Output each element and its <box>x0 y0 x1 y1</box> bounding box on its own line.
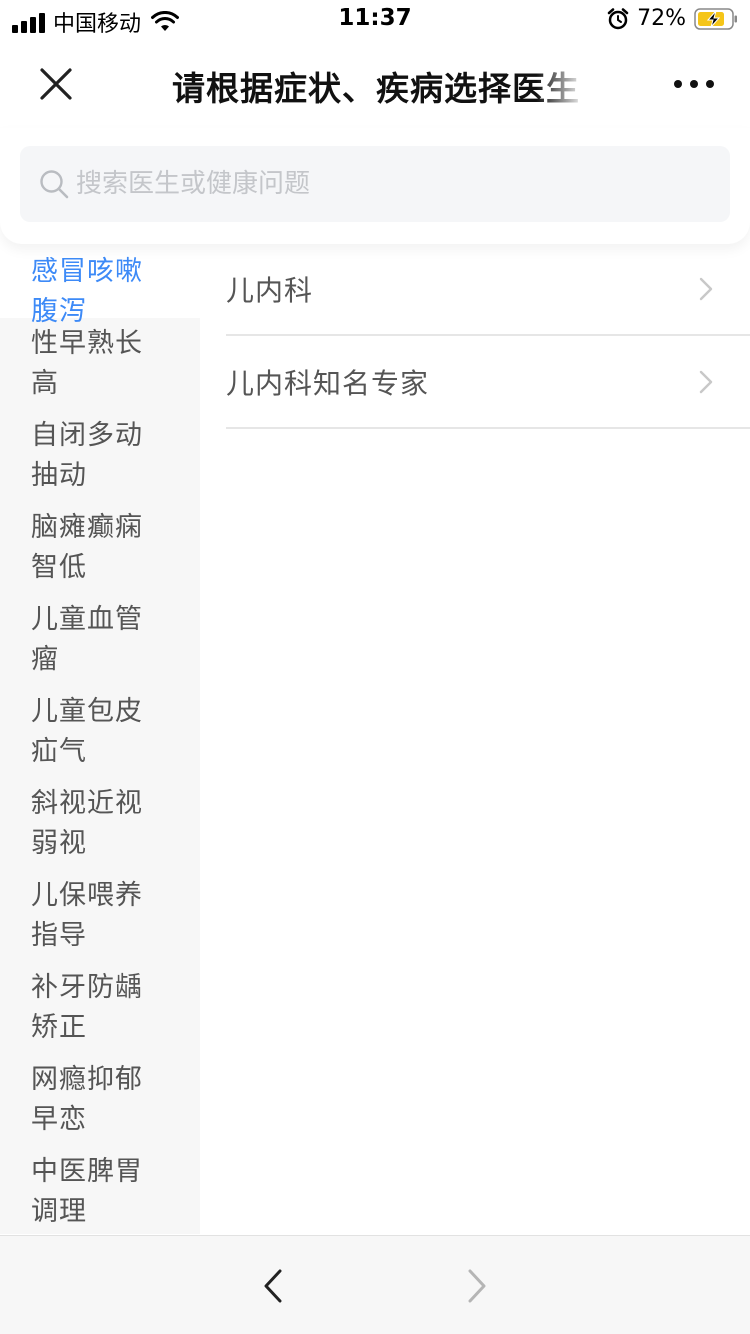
sidebar-category-item[interactable]: 儿保喂养 指导 <box>0 870 200 962</box>
back-arrow-icon[interactable] <box>258 1268 288 1304</box>
search-panel <box>0 128 750 244</box>
sidebar-category-item[interactable]: 网瘾抑郁 早恋 <box>0 1054 200 1146</box>
app-page: 中国移动 11:37 72% 请根据症状、疾病选择医生 搜索医生或健康问题 感冒… <box>0 0 750 1334</box>
department-row[interactable]: 儿内科知名专家 <box>226 336 750 429</box>
search-icon <box>40 170 69 199</box>
sidebar-category-label: 疝气 <box>31 736 87 767</box>
more-dot <box>674 80 682 88</box>
more-dots-icon[interactable] <box>674 78 714 90</box>
bottom-toolbar <box>0 1235 750 1334</box>
department-label: 儿内科知名专家 <box>226 366 430 400</box>
sidebar-category-label: 儿保喂养 <box>31 880 143 911</box>
sidebar-category-label: 调理 <box>31 1196 87 1227</box>
sidebar-category-item[interactable]: 自闭多动 抽动 <box>0 410 200 502</box>
sidebar-category-label: 网瘾抑郁 <box>31 1064 143 1095</box>
alarm-icon <box>607 7 629 29</box>
sidebar-category-label: 矫正 <box>31 1012 87 1043</box>
sidebar-category-label: 智低 <box>31 552 87 583</box>
sidebar-category-label: 弱视 <box>31 828 87 859</box>
sidebar-category-label: 斜视近视 <box>31 788 143 819</box>
sidebar-category-label: 早恋 <box>31 1104 87 1135</box>
chevron-right-icon <box>699 277 713 301</box>
sidebar-category-item[interactable]: 性早熟长高 <box>0 318 200 410</box>
sidebar-category-item[interactable]: 脑瘫癫痫 智低 <box>0 502 200 594</box>
sidebar-category-item[interactable]: 感冒咳嗽 腹泻 <box>0 244 200 327</box>
sidebar-category-label: 感冒咳嗽 <box>31 256 143 287</box>
status-bar: 中国移动 11:37 72% <box>0 0 750 40</box>
nav-bar: 请根据症状、疾病选择医生 <box>0 40 750 128</box>
sidebar-category-label: 自闭多动 <box>31 420 143 451</box>
more-dot <box>706 80 714 88</box>
sidebar-category-label: 抽动 <box>31 460 87 491</box>
search-input[interactable] <box>76 146 716 222</box>
search-box[interactable] <box>20 146 730 222</box>
sidebar-category-item[interactable]: 儿童血管瘤 <box>0 594 200 686</box>
page-title: 请根据症状、疾病选择医生 <box>172 69 580 106</box>
more-dot <box>690 80 698 88</box>
sidebar-category-label: 补牙防龋 <box>31 972 143 1003</box>
sidebar-category-label: 瘤 <box>31 644 59 675</box>
battery-charging-icon <box>694 7 737 30</box>
sidebar-category-label: 儿童包皮 <box>31 696 143 727</box>
category-sidebar: 感冒咳嗽 腹泻 性早熟长高自闭多动抽动脑瘫癫痫智低儿童血管瘤儿童包皮疝气斜视近视弱视… <box>0 244 200 1234</box>
sidebar-category-label: 性早熟长 <box>31 328 143 359</box>
sidebar-category-item[interactable]: 斜视近视 弱视 <box>0 778 200 870</box>
battery-percent: 72% <box>637 6 686 31</box>
sidebar-category-label: 儿童血管 <box>31 604 143 635</box>
department-row[interactable]: 儿内科 <box>226 244 750 336</box>
forward-arrow-icon[interactable] <box>462 1268 492 1304</box>
close-icon[interactable] <box>36 64 76 104</box>
department-label: 儿内科 <box>226 274 314 307</box>
sidebar-category-label: 高 <box>31 368 59 399</box>
chevron-right-icon <box>699 370 713 393</box>
sidebar-category-label: 指导 <box>31 920 87 951</box>
status-right: 72% <box>607 6 738 31</box>
department-list: 儿内科儿内科知名专家 <box>226 244 750 429</box>
sidebar-category-label: 中医脾胃 <box>31 1156 143 1187</box>
sidebar-category-item[interactable]: 中医脾胃 调理 <box>0 1146 200 1234</box>
sidebar-category-label: 脑瘫癫痫 <box>31 512 143 543</box>
sidebar-category-item[interactable]: 补牙防龋 矫正 <box>0 962 200 1054</box>
sidebar-category-item[interactable]: 儿童包皮 疝气 <box>0 686 200 778</box>
